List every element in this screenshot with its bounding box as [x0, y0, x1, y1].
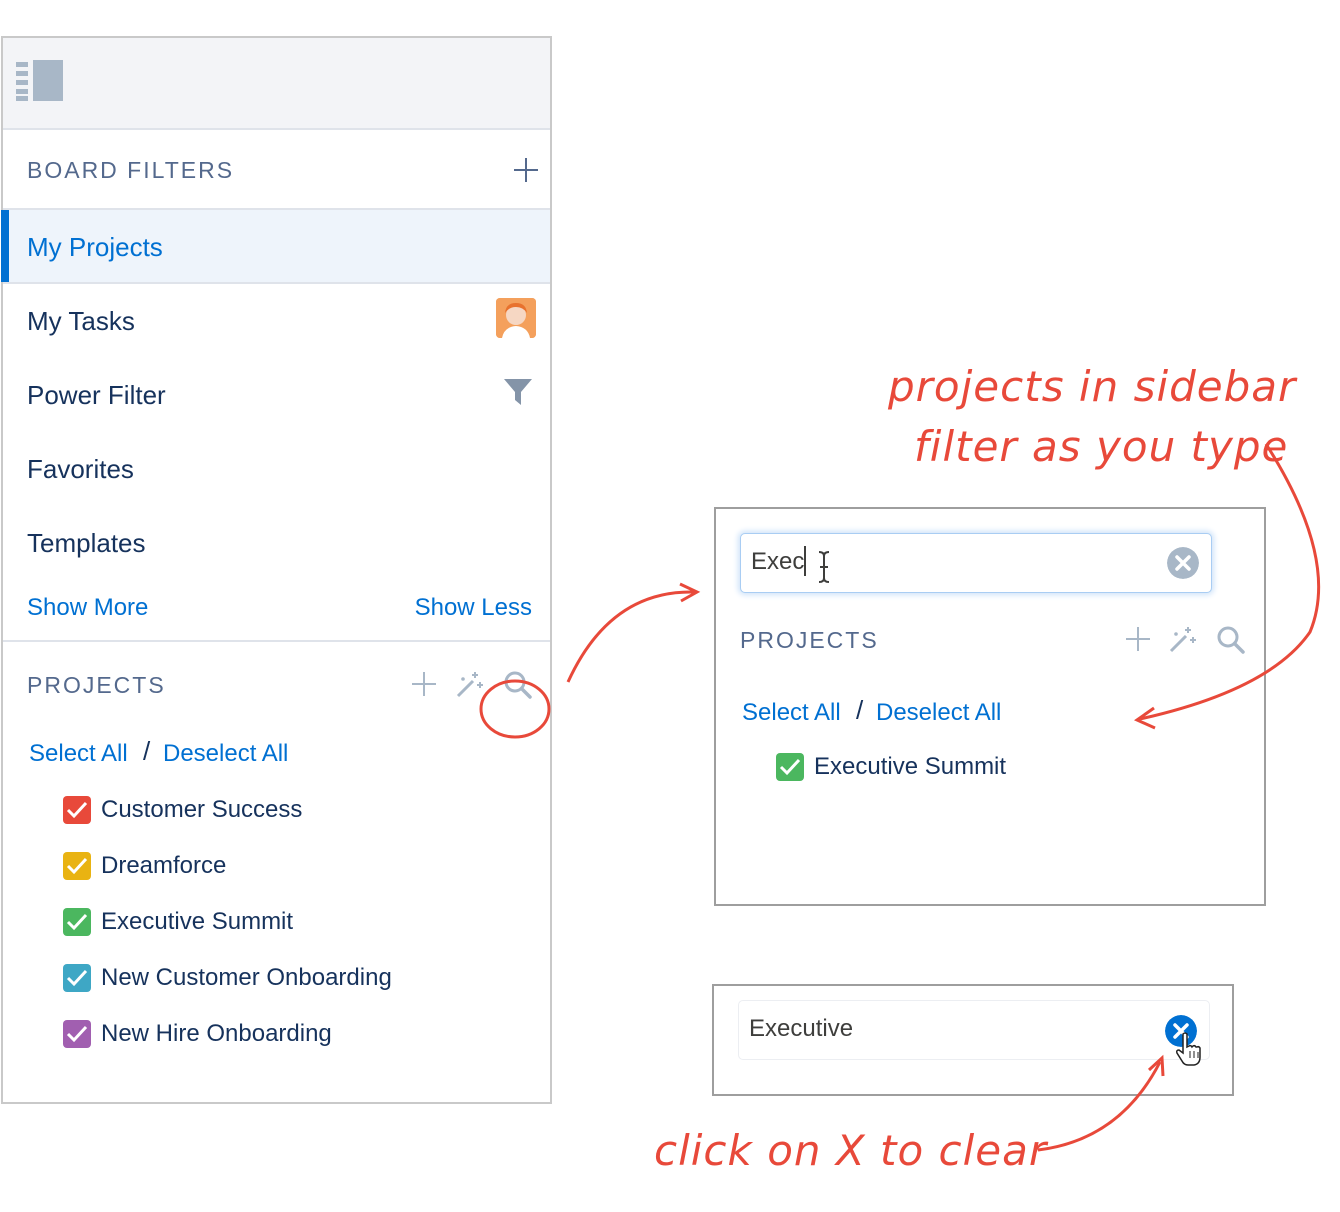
annotation-arrows [479, 443, 1321, 1152]
arrow-to-result [1139, 443, 1321, 721]
arrow-to-clear-button [1037, 1061, 1162, 1152]
search-highlight-circle [479, 679, 551, 739]
arrow-to-filter-panel [566, 590, 695, 683]
